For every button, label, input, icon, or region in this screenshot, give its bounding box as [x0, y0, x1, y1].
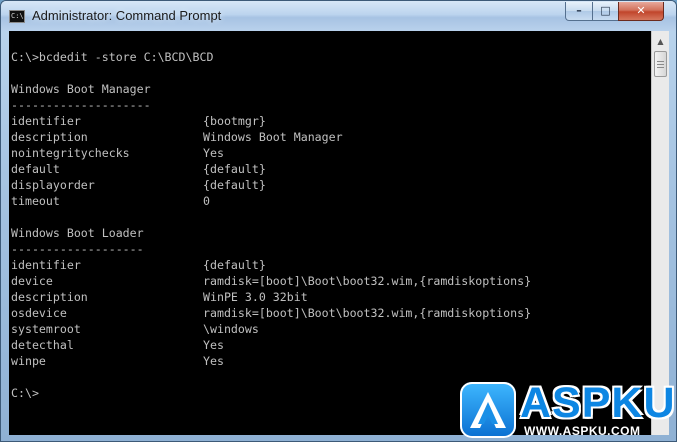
scroll-up-icon[interactable]: ▲: [652, 33, 669, 50]
entry-key: nointegritychecks: [11, 146, 130, 160]
entry-value: {default}: [203, 162, 266, 176]
entry-key: displayorder: [11, 178, 95, 192]
scroll-thumb[interactable]: [654, 51, 667, 77]
entry-key: identifier: [11, 258, 81, 272]
minimize-button[interactable]: –: [565, 2, 593, 21]
close-button[interactable]: ✕: [618, 2, 664, 21]
window-title: Administrator: Command Prompt: [32, 8, 222, 23]
entry-value: ramdisk=[boot]\Boot\boot32.wim,{ramdisko…: [203, 274, 532, 288]
entry-value: 0: [203, 194, 210, 208]
console-output[interactable]: C:\>bcdedit -store C:\BCD\BCD Windows Bo…: [9, 31, 651, 435]
entry-value: WinPE 3.0 32bit: [203, 290, 308, 304]
entry-key: description: [11, 130, 88, 144]
title-bar[interactable]: C:\ Administrator: Command Prompt – □ ✕: [1, 1, 676, 31]
section-rule: --------------------: [11, 98, 151, 112]
entry-value: Yes: [203, 354, 224, 368]
entry-value: ramdisk=[boot]\Boot\boot32.wim,{ramdisko…: [203, 306, 532, 320]
command-prompt-window: C:\ Administrator: Command Prompt – □ ✕ …: [0, 0, 677, 442]
entry-value: Yes: [203, 338, 224, 352]
watermark-brand: ASPKU: [520, 379, 676, 427]
list-item: nointegritychecks Yes: [11, 145, 224, 161]
list-item: identifier {bootmgr}: [11, 113, 266, 129]
entry-key: systemroot: [11, 322, 81, 336]
command-prompt[interactable]: C:\>: [11, 385, 39, 401]
list-item: winpe Yes: [11, 353, 224, 369]
entry-key: description: [11, 290, 88, 304]
section-heading-boot-loader: Windows Boot Loader: [11, 226, 144, 240]
list-item: timeout 0: [11, 193, 210, 209]
list-item: default {default}: [11, 161, 266, 177]
watermark-url: WWW.ASPKU.COM: [524, 424, 641, 438]
command-prompt-icon[interactable]: C:\: [9, 10, 25, 23]
entry-key: device: [11, 274, 53, 288]
entry-value: {bootmgr}: [203, 114, 266, 128]
section-heading-boot-manager: Windows Boot Manager: [11, 82, 151, 96]
command-line: C:\>bcdedit -store C:\BCD\BCD: [11, 50, 214, 64]
vertical-scrollbar[interactable]: ▲: [651, 31, 669, 435]
entry-key: timeout: [11, 194, 60, 208]
entry-value: Yes: [203, 146, 224, 160]
entry-key: identifier: [11, 114, 81, 128]
entry-value: {default}: [203, 258, 266, 272]
list-item: osdevice ramdisk=[boot]\Boot\boot32.wim,{…: [11, 305, 531, 321]
entry-key: osdevice: [11, 306, 67, 320]
entry-key: default: [11, 162, 60, 176]
entry-key: winpe: [11, 354, 46, 368]
maximize-button[interactable]: □: [592, 2, 619, 21]
list-item: device ramdisk=[boot]\Boot\boot32.wim,{ra…: [11, 273, 531, 289]
entry-value: {default}: [203, 178, 266, 192]
list-item: systemroot \windows: [11, 321, 259, 337]
list-item: identifier {default}: [11, 257, 266, 273]
aspku-logo-icon: [460, 382, 516, 438]
list-item: description WinPE 3.0 32bit: [11, 289, 308, 305]
list-item: detecthal Yes: [11, 337, 224, 353]
entry-value: Windows Boot Manager: [203, 130, 343, 144]
list-item: displayorder {default}: [11, 177, 266, 193]
entry-key: detecthal: [11, 338, 74, 352]
list-item: description Windows Boot Manager: [11, 129, 343, 145]
section-rule: -------------------: [11, 242, 144, 256]
entry-value: \windows: [203, 322, 259, 336]
